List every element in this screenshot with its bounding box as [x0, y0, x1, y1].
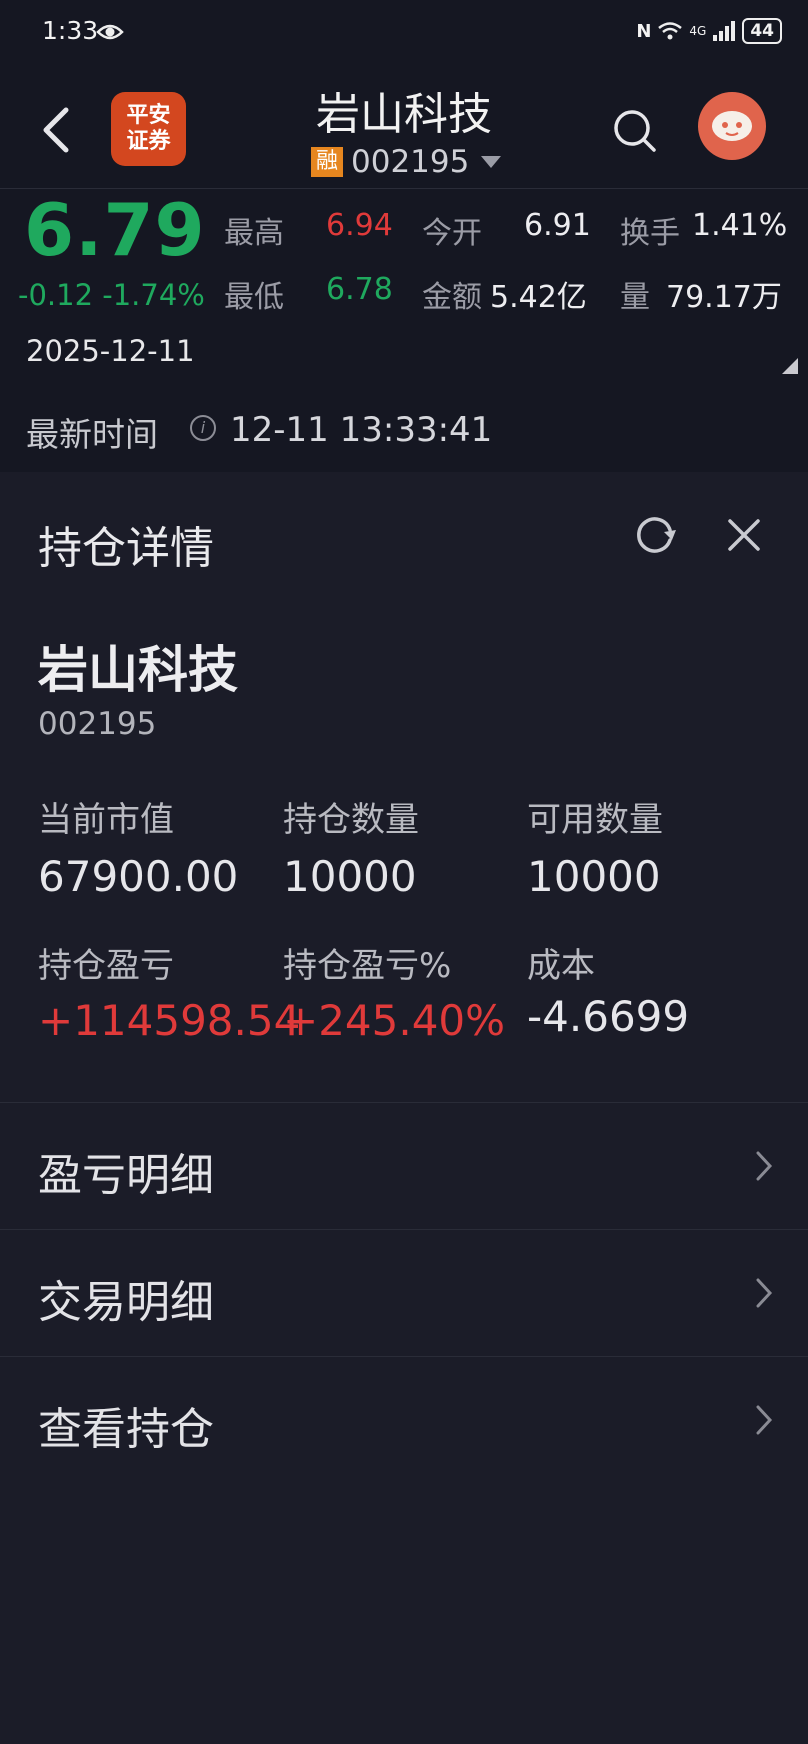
volume-value: 79.17万 — [666, 280, 782, 315]
eye-icon — [96, 24, 124, 40]
caret-down-icon — [481, 156, 502, 168]
current-price: 6.79 — [24, 188, 206, 272]
info-icon[interactable]: i — [190, 415, 216, 441]
pnl-pct-value: +245.40% — [283, 996, 506, 1045]
assistant-avatar[interactable] — [698, 92, 766, 160]
quote-date: 2025-12-11 — [26, 334, 195, 368]
expand-corner-icon[interactable] — [782, 358, 798, 374]
low-label: 最低 — [224, 280, 284, 315]
status-icons: N 4G 44 — [636, 18, 782, 44]
turnover-value: 1.41% — [692, 208, 788, 243]
high-label: 最高 — [224, 216, 284, 251]
stock-code: 002195 — [351, 144, 470, 180]
cost-value: -4.6699 — [527, 992, 690, 1041]
latest-time-value: 12-11 13:33:41 — [230, 410, 493, 450]
amount-label: 金额 — [422, 280, 482, 315]
status-time: 1:33 — [42, 16, 99, 45]
cost-label: 成本 — [527, 946, 595, 986]
price-change: -0.12 -1.74% — [18, 278, 205, 312]
position-stock-code: 002195 — [38, 706, 157, 742]
pnl-value: +114598.54 — [38, 996, 301, 1045]
open-value: 6.91 — [524, 208, 591, 243]
refresh-icon[interactable] — [632, 512, 678, 558]
volume-label: 量 — [620, 280, 650, 315]
margin-badge: 融 — [311, 147, 344, 177]
high-value: 6.94 — [326, 208, 393, 243]
market-value: 67900.00 — [38, 852, 239, 901]
qty-label: 持仓数量 — [283, 800, 419, 840]
position-stock-name: 岩山科技 — [38, 641, 238, 699]
open-label: 今开 — [422, 216, 482, 251]
market-value-label: 当前市值 — [38, 800, 174, 840]
menu-item-view-holdings[interactable]: 查看持仓 — [0, 1357, 808, 1484]
signal-icon — [713, 21, 736, 41]
avail-label: 可用数量 — [527, 800, 663, 840]
chevron-right-icon — [756, 1405, 773, 1435]
close-icon[interactable] — [724, 515, 764, 555]
chevron-right-icon — [756, 1151, 773, 1181]
search-icon[interactable] — [612, 108, 658, 154]
network-type: 4G — [689, 24, 707, 38]
qty-value: 10000 — [283, 852, 417, 901]
pnl-label: 持仓盈亏 — [38, 946, 174, 986]
latest-time-label: 最新时间 — [26, 415, 158, 454]
avail-value: 10000 — [527, 852, 661, 901]
pnl-pct-label: 持仓盈亏% — [283, 946, 452, 986]
wifi-icon — [658, 22, 683, 40]
panel-title: 持仓详情 — [38, 523, 214, 574]
stock-title: 岩山科技 — [316, 89, 492, 140]
menu-item-trade-detail[interactable]: 交易明细 — [0, 1230, 808, 1357]
low-value: 6.78 — [326, 272, 393, 307]
amount-value: 5.42亿 — [490, 280, 587, 315]
stock-code-selector[interactable]: 融 002195 — [311, 144, 502, 180]
nfc-icon: N — [636, 20, 652, 42]
battery-indicator: 44 — [742, 18, 782, 44]
robot-face-icon — [712, 111, 752, 141]
turnover-label: 换手 — [620, 216, 680, 251]
chevron-right-icon — [756, 1278, 773, 1308]
menu-item-pnl-detail[interactable]: 盈亏明细 — [0, 1103, 808, 1230]
